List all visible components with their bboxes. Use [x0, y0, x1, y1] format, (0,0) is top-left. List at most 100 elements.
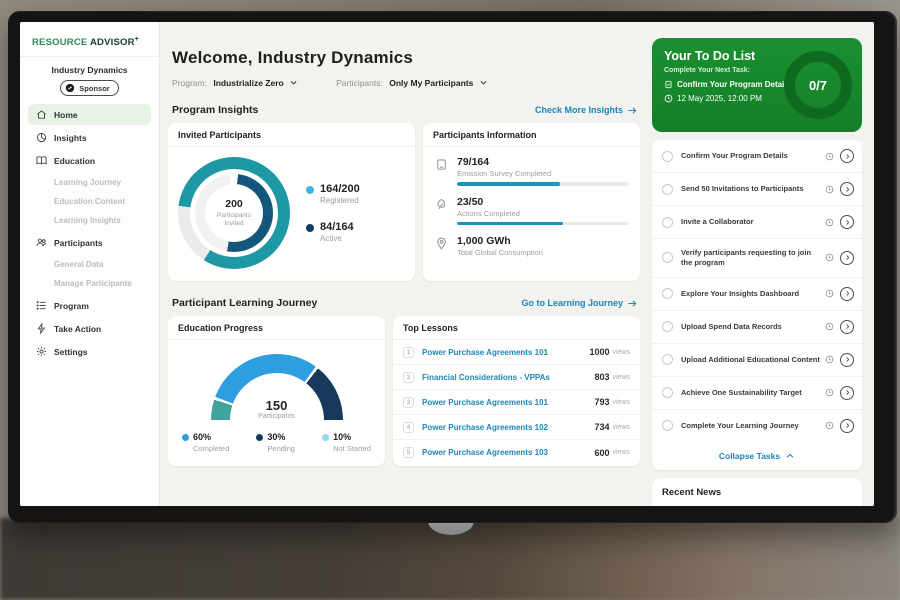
- sidebar-item-home[interactable]: Home: [28, 104, 151, 125]
- card-title: Education Progress: [168, 316, 385, 340]
- progress-track: [457, 222, 628, 226]
- clock-icon: [825, 355, 834, 364]
- sidebar-item-take-action[interactable]: Take Action: [28, 318, 151, 339]
- chevron-right-icon[interactable]: [840, 386, 854, 400]
- program-filter[interactable]: Program: Industrialize Zero: [172, 78, 298, 88]
- sidebar-item-manage-participants[interactable]: Manage Participants: [28, 274, 151, 293]
- task-row[interactable]: Invite a Collaborator: [652, 206, 862, 239]
- lesson-views-value: 600: [594, 448, 609, 458]
- actions-icon: [435, 198, 448, 211]
- lesson-title-link[interactable]: Power Purchase Agreements 102: [422, 423, 594, 432]
- task-checkbox[interactable]: [662, 321, 673, 332]
- screen: RESOURCE ADVISOR+ Industry Dynamics Spon…: [20, 22, 874, 506]
- lesson-views-value: 734: [594, 422, 609, 432]
- task-row[interactable]: Complete Your Learning Journey: [652, 410, 862, 442]
- arrow-right-icon: [627, 298, 638, 309]
- sidebar-item-participants[interactable]: Participants: [28, 232, 151, 253]
- lesson-row[interactable]: 2 Financial Considerations - VPPAs 803 v…: [393, 365, 640, 390]
- task-checkbox[interactable]: [662, 151, 673, 162]
- lesson-rank: 5: [403, 447, 414, 458]
- chevron-right-icon[interactable]: [840, 149, 854, 163]
- education-gauge-chart: 150 Participants: [211, 354, 343, 420]
- lesson-views-label: views: [612, 349, 630, 356]
- chevron-right-icon[interactable]: [840, 251, 854, 265]
- page-title: Welcome, Industry Dynamics: [172, 48, 640, 68]
- task-checkbox[interactable]: [662, 387, 673, 398]
- settings-icon: [36, 346, 47, 357]
- sidebar-item-label: Take Action: [54, 324, 101, 334]
- lesson-title-link[interactable]: Power Purchase Agreements 101: [422, 348, 589, 357]
- task-checkbox[interactable]: [662, 288, 673, 299]
- chevron-right-icon[interactable]: [840, 353, 854, 367]
- task-checkbox[interactable]: [662, 354, 673, 365]
- card-title: Invited Participants: [168, 123, 415, 147]
- lesson-row[interactable]: 1 Power Purchase Agreements 101 1000 vie…: [393, 340, 640, 365]
- todo-summary-card: Your To Do List Complete Your Next Task:…: [652, 38, 862, 132]
- chevron-down-icon: [479, 78, 488, 87]
- legend-dot: [322, 434, 329, 441]
- task-checkbox[interactable]: [662, 252, 673, 263]
- task-label: Send 50 Invitations to Participants: [681, 184, 821, 194]
- logo-secondary: ADVISOR: [90, 37, 135, 48]
- chevron-right-icon[interactable]: [840, 419, 854, 433]
- task-row[interactable]: Verify participants requesting to join t…: [652, 239, 862, 278]
- sidebar-item-label: Program: [54, 301, 89, 311]
- program-insights-header: Program Insights Check More Insights: [172, 104, 638, 116]
- stat-row: 1,000 GWh Total Global Consumption: [435, 235, 628, 257]
- task-row[interactable]: Send 50 Invitations to Participants: [652, 173, 862, 206]
- participants-filter[interactable]: Participants: Only My Participants: [336, 78, 488, 88]
- task-checkbox[interactable]: [662, 420, 673, 431]
- sidebar-item-education-content[interactable]: Education Content: [28, 192, 151, 211]
- task-row[interactable]: Explore Your Insights Dashboard: [652, 278, 862, 311]
- card-title: Participants Information: [423, 123, 640, 147]
- top-lessons-card: Top Lessons 1 Power Purchase Agreements …: [393, 316, 640, 466]
- education-legend: 60% Completed 30% Pending 10% Not Starte…: [168, 420, 385, 453]
- clock-icon: [664, 94, 673, 103]
- lesson-views-label: views: [612, 424, 630, 431]
- sidebar-item-learning-insights[interactable]: Learning Insights: [28, 211, 151, 230]
- task-row[interactable]: Upload Additional Educational Content: [652, 344, 862, 377]
- stat-row: 23/50 Actions Completed: [435, 196, 628, 226]
- chevron-right-icon[interactable]: [840, 287, 854, 301]
- check-more-insights-link[interactable]: Check More Insights: [535, 105, 638, 116]
- task-checkbox[interactable]: [662, 217, 673, 228]
- invited-donut: 200 Participants Invited: [178, 157, 290, 269]
- task-row[interactable]: Confirm Your Program Details: [652, 140, 862, 173]
- lesson-row[interactable]: 3 Power Purchase Agreements 101 793 view…: [393, 390, 640, 415]
- sidebar-item-insights[interactable]: Insights: [28, 127, 151, 148]
- stat-bar-fill: [457, 222, 563, 226]
- sidebar-item-settings[interactable]: Settings: [28, 341, 151, 362]
- lesson-row[interactable]: 5 Power Purchase Agreements 103 600 view…: [393, 440, 640, 465]
- lesson-row[interactable]: 4 Power Purchase Agreements 102 734 view…: [393, 415, 640, 440]
- collapse-tasks-link[interactable]: Collapse Tasks: [652, 442, 862, 470]
- chevron-right-icon[interactable]: [840, 182, 854, 196]
- lesson-rank: 3: [403, 397, 414, 408]
- donut-center-caption: Participants Invited: [209, 212, 259, 229]
- lesson-title-link[interactable]: Power Purchase Agreements 101: [422, 398, 594, 407]
- task-row[interactable]: Upload Spend Data Records: [652, 311, 862, 344]
- lesson-title-link[interactable]: Power Purchase Agreements 103: [422, 448, 594, 457]
- sidebar-item-general-data[interactable]: General Data: [28, 255, 151, 274]
- recent-news-title: Recent News: [662, 487, 852, 498]
- sidebar-item-program[interactable]: Program: [28, 295, 151, 316]
- legend-dot: [306, 224, 314, 232]
- legend-value: 30%: [267, 432, 285, 442]
- task-label: Invite a Collaborator: [681, 217, 821, 227]
- sponsor-badge-label: Sponsor: [79, 84, 109, 93]
- clock-icon: [825, 289, 834, 298]
- insights-icon: [36, 132, 47, 143]
- go-to-learning-journey-link[interactable]: Go to Learning Journey: [521, 298, 638, 309]
- progress-track: [457, 182, 628, 186]
- sponsor-badge[interactable]: Sponsor: [60, 80, 118, 96]
- sidebar-item-education[interactable]: Education: [28, 150, 151, 171]
- todo-progress-ring: 0/7: [784, 51, 852, 119]
- sidebar-item-label: Settings: [54, 347, 88, 357]
- task-row[interactable]: Achieve One Sustainability Target: [652, 377, 862, 410]
- lesson-title-link[interactable]: Financial Considerations - VPPAs: [422, 373, 594, 382]
- filters-row: Program: Industrialize Zero Participants…: [172, 78, 640, 88]
- task-checkbox[interactable]: [662, 184, 673, 195]
- chevron-right-icon[interactable]: [840, 320, 854, 334]
- sidebar-item-learning-journey[interactable]: Learning Journey: [28, 173, 151, 192]
- chevron-right-icon[interactable]: [840, 215, 854, 229]
- task-label: Explore Your Insights Dashboard: [681, 289, 821, 299]
